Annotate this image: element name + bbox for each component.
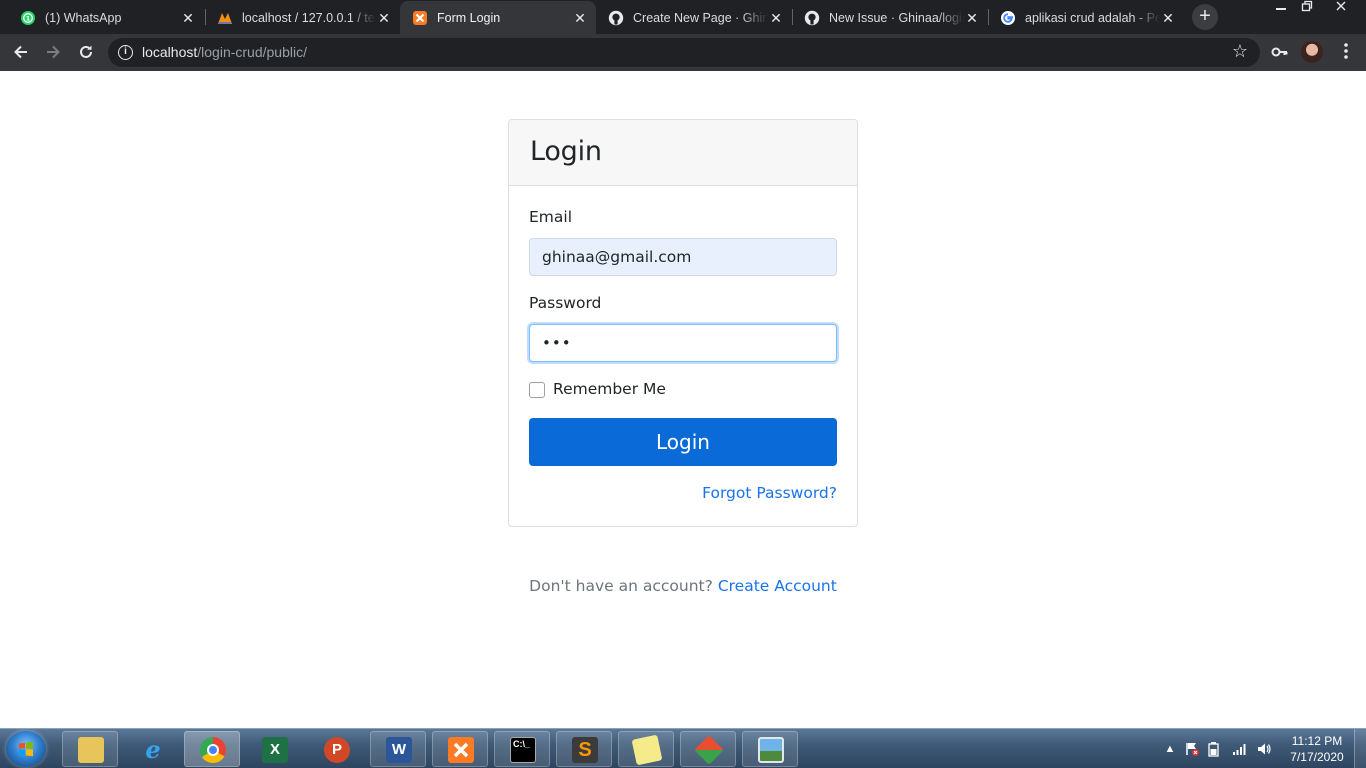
- xampp-icon: [412, 10, 428, 26]
- remember-me-checkbox[interactable]: [529, 382, 545, 398]
- excel-icon: X: [262, 737, 288, 763]
- taskbar-word[interactable]: W: [370, 731, 426, 767]
- remember-me-label[interactable]: Remember Me: [553, 380, 666, 398]
- clock-date: 7/17/2020: [1290, 750, 1344, 764]
- windows-taskbar: e X P W C:\_ S ▲ 11:12 PM 7/17/2020: [0, 728, 1366, 768]
- no-account-text: Don't have an account?: [529, 577, 713, 595]
- word-icon: W: [386, 737, 412, 763]
- tab-create-new-page[interactable]: Create New Page · Ghina ✕: [596, 1, 792, 34]
- login-title: Login: [530, 136, 602, 167]
- taskbar-sticky-notes[interactable]: [618, 731, 674, 767]
- github-icon: [608, 10, 624, 26]
- site-info-icon[interactable]: i: [118, 45, 133, 60]
- svg-text:1: 1: [26, 14, 31, 22]
- tab-whatsapp[interactable]: 1 (1) WhatsApp ✕: [8, 1, 204, 34]
- battery-icon[interactable]: [1206, 741, 1222, 757]
- tab-new-issue[interactable]: New Issue · Ghinaa/login ✕: [792, 1, 988, 34]
- url-path: /login-crud/public/: [197, 44, 307, 60]
- restore-icon[interactable]: [1294, 0, 1320, 18]
- network-signal-icon[interactable]: [1232, 741, 1248, 757]
- tab-close-icon[interactable]: ✕: [1160, 10, 1176, 26]
- taskbar-chrome[interactable]: [184, 731, 240, 767]
- forward-arrow-icon[interactable]: [40, 39, 66, 65]
- chrome-icon: [200, 737, 226, 763]
- minimize-icon[interactable]: [1268, 0, 1294, 18]
- taskbar-command-prompt[interactable]: C:\_: [494, 731, 550, 767]
- back-arrow-icon[interactable]: [8, 39, 34, 65]
- sublime-text-icon: S: [572, 737, 598, 763]
- whatsapp-icon: 1: [20, 10, 36, 26]
- github-icon: [804, 10, 820, 26]
- profile-avatar[interactable]: [1301, 41, 1323, 63]
- taskbar-photo-viewer[interactable]: [742, 731, 798, 767]
- new-tab-button[interactable]: +: [1192, 4, 1218, 30]
- email-label: Email: [529, 208, 573, 226]
- sticky-notes-icon: [631, 734, 663, 766]
- tab-title: Create New Page · Ghina: [633, 10, 768, 25]
- phpmyadmin-icon: [217, 10, 233, 26]
- taskbar-powerpoint[interactable]: P: [308, 731, 364, 767]
- tab-title: aplikasi crud adalah - Pe: [1025, 10, 1160, 25]
- taskbar-excel[interactable]: X: [246, 731, 302, 767]
- git-icon: [694, 735, 724, 765]
- tab-title: New Issue · Ghinaa/login: [829, 10, 964, 25]
- tab-title: Form Login: [437, 10, 501, 25]
- tab-title: localhost / 127.0.0.1 / tel: [242, 10, 376, 25]
- start-button[interactable]: [6, 731, 46, 767]
- create-account-link[interactable]: Create Account: [718, 577, 837, 595]
- action-center-flag-icon[interactable]: [1184, 741, 1200, 757]
- bookmark-star-icon[interactable]: ☆: [1232, 41, 1248, 62]
- email-field[interactable]: ghinaa@gmail.com: [529, 238, 837, 276]
- windows-logo-icon: [19, 741, 33, 757]
- taskbar-clock[interactable]: 11:12 PM 7/17/2020: [1284, 733, 1350, 765]
- taskbar-git[interactable]: [680, 731, 736, 767]
- tab-google-search[interactable]: aplikasi crud adalah - Pe ✕: [988, 1, 1184, 34]
- internet-explorer-icon: e: [145, 735, 161, 764]
- xampp-icon: [448, 737, 474, 763]
- taskbar-windows-explorer[interactable]: [62, 731, 118, 767]
- browser-toolbar: i localhost/login-crud/public/ ☆: [0, 34, 1366, 71]
- forgot-password-link[interactable]: Forgot Password?: [702, 484, 837, 502]
- taskbar-sublime-text[interactable]: S: [556, 731, 612, 767]
- tab-title: (1) WhatsApp: [45, 10, 122, 25]
- tab-close-icon[interactable]: ✕: [180, 10, 196, 26]
- menu-dots-icon[interactable]: [1336, 41, 1356, 63]
- folder-icon: [78, 737, 104, 763]
- url-host: localhost: [142, 44, 198, 60]
- signup-prompt: Don't have an account? Create Account: [0, 577, 1366, 595]
- login-card: Login Email ghinaa@gmail.com Password ••…: [508, 119, 858, 527]
- tab-form-login[interactable]: Form Login ✕: [400, 1, 596, 34]
- password-label: Password: [529, 294, 602, 312]
- google-icon: [1000, 10, 1016, 26]
- photo-viewer-icon: [758, 737, 784, 763]
- taskbar-internet-explorer[interactable]: e: [124, 731, 180, 767]
- tab-close-icon[interactable]: ✕: [768, 10, 784, 26]
- show-hidden-icons-icon[interactable]: ▲: [1162, 741, 1178, 757]
- address-bar[interactable]: i localhost/login-crud/public/ ☆: [108, 38, 1260, 67]
- volume-icon[interactable]: [1256, 741, 1272, 757]
- tab-phpmyadmin[interactable]: localhost / 127.0.0.1 / tel ✕: [205, 1, 400, 34]
- passwords-key-icon[interactable]: [1270, 42, 1290, 62]
- tab-close-icon[interactable]: ✕: [572, 10, 588, 26]
- tab-close-icon[interactable]: ✕: [964, 10, 980, 26]
- login-button[interactable]: Login: [529, 418, 837, 466]
- login-card-header: Login: [509, 120, 857, 186]
- address-url[interactable]: localhost/login-crud/public/: [142, 44, 307, 60]
- powerpoint-icon: P: [324, 737, 350, 763]
- password-field[interactable]: •••: [529, 324, 837, 362]
- tab-close-icon[interactable]: ✕: [376, 10, 392, 26]
- reload-icon[interactable]: [73, 39, 99, 65]
- clock-time: 11:12 PM: [1291, 734, 1343, 748]
- taskbar-xampp[interactable]: [432, 731, 488, 767]
- browser-tab-strip: 1 (1) WhatsApp ✕ localhost / 127.0.0.1 /…: [0, 0, 1366, 34]
- show-desktop-button[interactable]: [1354, 729, 1366, 768]
- command-prompt-icon: C:\_: [510, 737, 536, 763]
- close-window-icon[interactable]: [1328, 0, 1354, 18]
